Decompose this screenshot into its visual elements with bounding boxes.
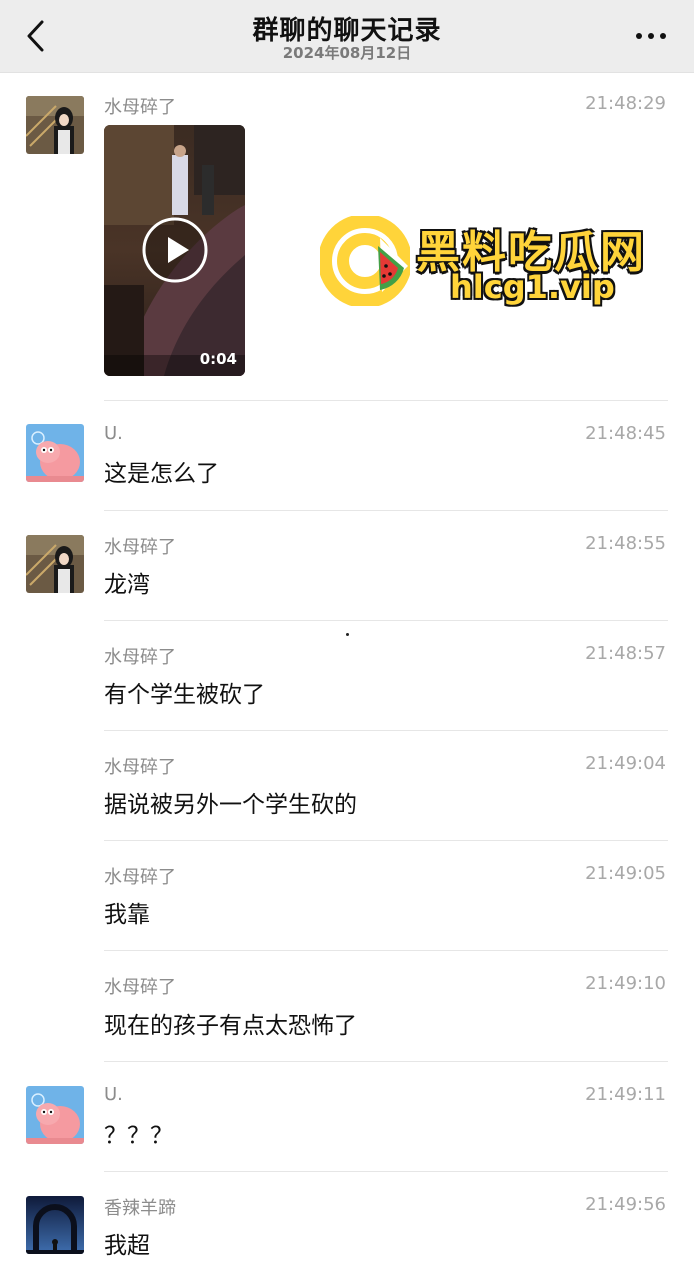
chat-date: 2024年08月12日 xyxy=(282,44,412,62)
message-time: 21:49:10 xyxy=(585,973,666,994)
sender-name: 水母碎了 xyxy=(104,537,176,558)
message-text: 现在的孩子有点太恐怖了 xyxy=(104,1013,357,1039)
message-time: 21:49:04 xyxy=(585,753,666,774)
divider xyxy=(104,1171,668,1172)
avatar[interactable] xyxy=(26,1196,84,1254)
watermark: 黑料吃瓜网 hlcg1.vip xyxy=(320,212,660,312)
message-time: 21:49:56 xyxy=(585,1194,666,1215)
divider xyxy=(104,730,668,731)
dot-mark xyxy=(346,633,349,636)
pink-cartoon-avatar-icon xyxy=(26,1086,84,1144)
message-text: 我超 xyxy=(104,1233,150,1259)
message-text: 龙湾 xyxy=(104,572,150,598)
sender-name: U. xyxy=(104,423,123,444)
play-icon[interactable] xyxy=(142,217,208,283)
message-time: 21:48:55 xyxy=(585,533,666,554)
girl-photo-avatar-icon xyxy=(26,96,84,154)
pink-cartoon-avatar-icon xyxy=(26,424,84,482)
avatar[interactable] xyxy=(26,424,84,482)
video-message[interactable]: 0:04 xyxy=(104,125,245,376)
sender-name: 水母碎了 xyxy=(104,977,176,998)
divider xyxy=(104,840,668,841)
sender-name: 水母碎了 xyxy=(104,867,176,888)
divider xyxy=(104,620,668,621)
sender-name: 水母碎了 xyxy=(104,757,176,778)
message-time: 21:49:05 xyxy=(585,863,666,884)
avatar[interactable] xyxy=(26,96,84,154)
avatar[interactable] xyxy=(26,535,84,593)
avatar[interactable] xyxy=(26,1086,84,1144)
divider xyxy=(104,400,668,401)
message-text: ？？？ xyxy=(104,1123,173,1149)
more-button[interactable] xyxy=(634,24,668,48)
sender-name: 水母碎了 xyxy=(104,97,176,118)
sender-name: 香辣羊蹄 xyxy=(104,1198,176,1219)
watermark-url: hlcg1.vip xyxy=(450,268,615,306)
message-text: 据说被另外一个学生砍的 xyxy=(104,792,357,818)
divider xyxy=(104,1061,668,1062)
message-time: 21:48:45 xyxy=(585,423,666,444)
message-time: 21:48:29 xyxy=(585,93,666,114)
video-duration: 0:04 xyxy=(199,350,237,368)
night-sky-avatar-icon xyxy=(26,1196,84,1254)
girl-photo-avatar-icon xyxy=(26,535,84,593)
title-bar: 群聊的聊天记录 2024年08月12日 xyxy=(0,0,694,73)
watermelon-logo-icon xyxy=(320,216,410,306)
sender-name: U. xyxy=(104,1084,123,1105)
more-dots-icon xyxy=(636,33,666,39)
divider xyxy=(104,510,668,511)
message-time: 21:49:11 xyxy=(585,1084,666,1105)
message-text: 有个学生被砍了 xyxy=(104,682,265,708)
message-time: 21:48:57 xyxy=(585,643,666,664)
message-text: 我靠 xyxy=(104,902,150,928)
divider xyxy=(104,950,668,951)
message-text: 这是怎么了 xyxy=(104,461,219,487)
sender-name: 水母碎了 xyxy=(104,647,176,668)
